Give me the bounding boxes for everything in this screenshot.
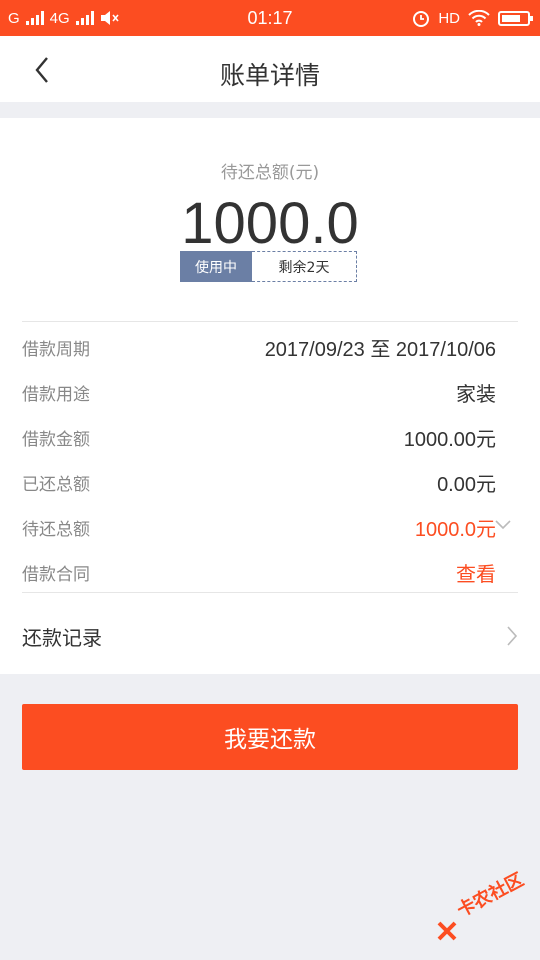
page-title: 账单详情 bbox=[219, 61, 320, 90]
row-loan-contract: 借款合同 查看 bbox=[22, 552, 496, 592]
watermark: 卡农社区 bbox=[432, 868, 536, 948]
row-label: 借款金额 bbox=[22, 429, 90, 450]
row-label: 借款用途 bbox=[22, 384, 90, 405]
divider bbox=[22, 321, 518, 322]
wifi-icon bbox=[468, 10, 490, 26]
row-label: 已还总额 bbox=[22, 474, 90, 495]
row-label: 待还总额 bbox=[22, 519, 90, 540]
battery-icon bbox=[498, 10, 533, 26]
hd-label: HD bbox=[438, 9, 460, 27]
row-value: 1000.0元 bbox=[414, 518, 496, 541]
row-loan-purpose: 借款用途 家装 bbox=[22, 372, 496, 412]
chevron-down-icon[interactable] bbox=[494, 518, 512, 532]
row-value: 1000.00元 bbox=[403, 428, 496, 451]
row-loan-period: 借款周期 2017/09/23 至 2017/10/06 bbox=[22, 327, 496, 367]
row-repaid-total: 已还总额 0.00元 bbox=[22, 462, 496, 502]
status-badge: 使用中 bbox=[180, 251, 252, 282]
row-value: 2017/09/23 至 2017/10/06 bbox=[264, 338, 496, 361]
remaining-days-badge: 剩余2天 bbox=[252, 251, 357, 282]
outstanding-amount: 1000.0 bbox=[181, 191, 359, 256]
status-bar: G 4G 01:17 HD bbox=[0, 0, 540, 36]
repayment-record-row[interactable]: 还款记录 bbox=[22, 616, 518, 656]
nav-bar: 账单详情 bbox=[0, 36, 540, 102]
row-loan-amount: 借款金额 1000.00元 bbox=[22, 417, 496, 457]
status-tags: 使用中 剩余2天 bbox=[180, 251, 357, 282]
bill-detail-card: 待还总额(元) 1000.0 使用中 剩余2天 借款周期 2017/09/23 … bbox=[0, 118, 540, 674]
row-value: 0.00元 bbox=[437, 473, 496, 496]
row-label: 借款合同 bbox=[22, 564, 90, 585]
watermark-text: 卡农社区 bbox=[453, 869, 528, 922]
alarm-icon bbox=[413, 11, 430, 27]
repay-button[interactable]: 我要还款 bbox=[22, 704, 518, 770]
repayment-record-label: 还款记录 bbox=[22, 625, 102, 650]
row-value: 家装 bbox=[456, 383, 496, 406]
outstanding-label: 待还总额(元) bbox=[220, 163, 320, 183]
view-contract-link[interactable]: 查看 bbox=[456, 558, 496, 587]
back-button[interactable] bbox=[22, 50, 62, 90]
divider bbox=[22, 592, 518, 593]
row-outstanding-total[interactable]: 待还总额 1000.0元 bbox=[22, 507, 496, 547]
chevron-right-icon bbox=[507, 626, 518, 646]
watermark-logo-icon bbox=[437, 921, 457, 941]
status-right: HD bbox=[412, 8, 533, 28]
row-label: 借款周期 bbox=[22, 339, 90, 360]
chevron-left-icon bbox=[35, 57, 48, 83]
